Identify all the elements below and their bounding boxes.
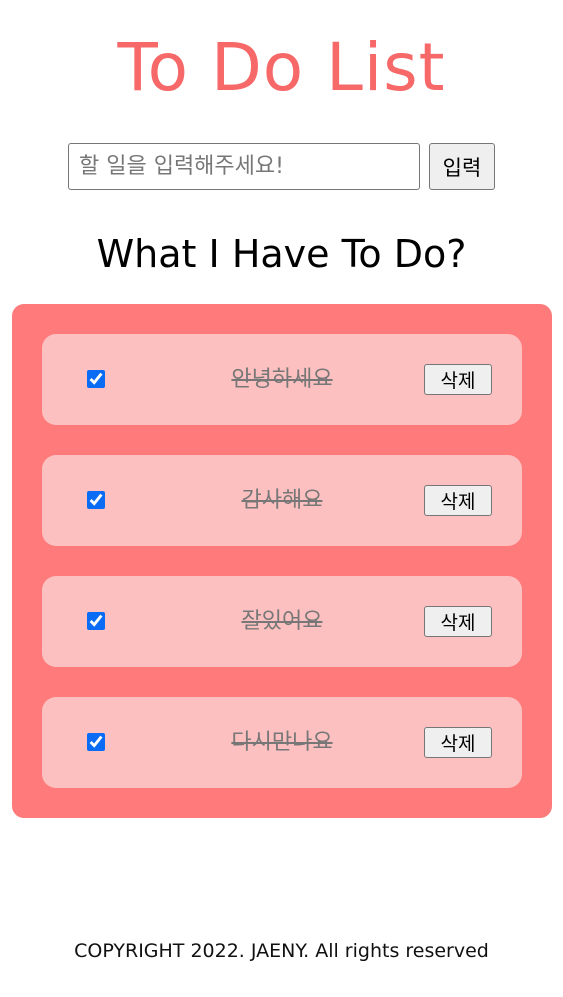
todo-item: 잘있어요 삭제	[42, 576, 522, 667]
todo-item: 안녕하세요 삭제	[42, 334, 522, 425]
submit-button[interactable]: 입력	[429, 143, 495, 190]
delete-button[interactable]: 삭제	[424, 485, 492, 516]
delete-button[interactable]: 삭제	[424, 364, 492, 395]
todo-checkbox[interactable]	[87, 370, 105, 388]
todo-checkbox[interactable]	[87, 733, 105, 751]
todo-checkbox[interactable]	[87, 491, 105, 509]
todo-input[interactable]	[68, 143, 420, 190]
page-title: To Do List	[117, 29, 446, 106]
todo-item: 다시만나요 삭제	[42, 697, 522, 788]
list-title: What I Have To Do?	[96, 232, 467, 276]
todo-checkbox[interactable]	[87, 612, 105, 630]
delete-button[interactable]: 삭제	[424, 727, 492, 758]
footer-copyright: COPYRIGHT 2022. JAENY. All rights reserv…	[74, 940, 489, 962]
delete-button[interactable]: 삭제	[424, 606, 492, 637]
todo-list-panel: 안녕하세요 삭제 감사해요 삭제 잘있어요 삭제 다시만나요 삭제	[12, 304, 552, 818]
todo-app: To Do List 입력 What I Have To Do? 안녕하세요 삭…	[0, 0, 563, 997]
todo-form: 입력	[68, 143, 495, 190]
todo-item: 감사해요 삭제	[42, 455, 522, 546]
